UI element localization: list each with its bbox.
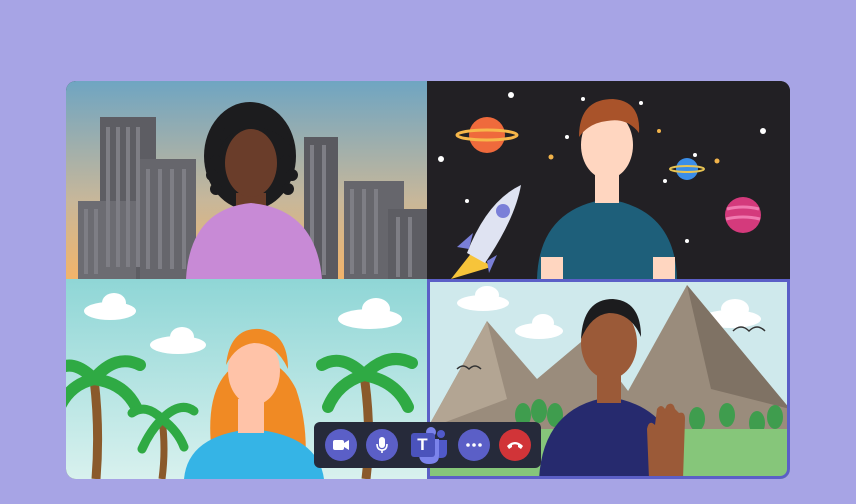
video-camera-icon bbox=[332, 440, 349, 450]
more-dots-icon bbox=[465, 443, 482, 447]
participant-tile-space[interactable] bbox=[427, 81, 790, 279]
teams-letter: T bbox=[410, 433, 435, 457]
video-grid bbox=[66, 81, 790, 479]
space-background bbox=[427, 81, 790, 279]
planet-pink bbox=[725, 197, 761, 233]
city-background bbox=[66, 81, 427, 279]
hang-up-button[interactable] bbox=[498, 429, 531, 461]
teams-logo: T bbox=[407, 424, 449, 466]
more-options-button[interactable] bbox=[457, 429, 490, 461]
camera-button[interactable] bbox=[324, 429, 357, 461]
participant-tile-city[interactable] bbox=[66, 81, 427, 279]
call-controls-toolbar: T bbox=[314, 422, 541, 468]
microphone-icon bbox=[375, 437, 388, 453]
microphone-button[interactable] bbox=[365, 429, 398, 461]
hang-up-phone-icon bbox=[506, 442, 523, 449]
